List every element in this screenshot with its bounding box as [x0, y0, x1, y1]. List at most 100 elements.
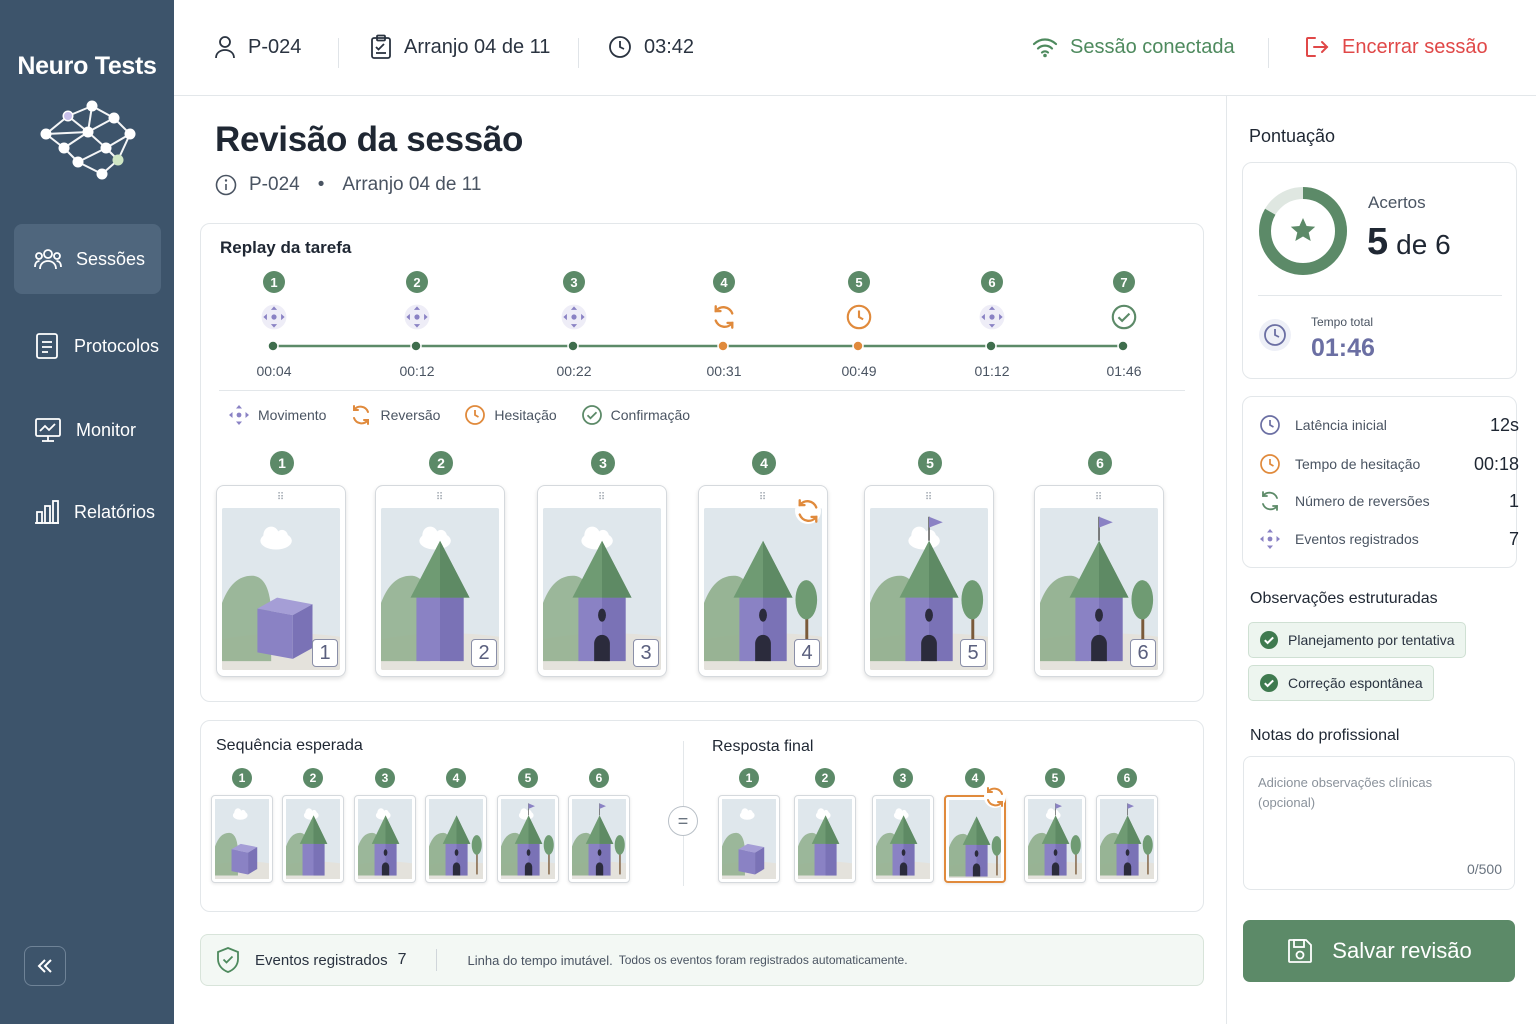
refresh-icon [1259, 490, 1281, 512]
expected-sequence-card[interactable] [425, 795, 487, 883]
save-review-button[interactable]: Salvar revisão [1243, 920, 1515, 982]
timeline-step-badge[interactable]: 1 [263, 271, 285, 293]
participant-indicator: P-024 [214, 30, 301, 64]
arrangement-indicator: Arranjo 04 de 11 [370, 30, 550, 64]
final-answer-card[interactable] [794, 795, 856, 883]
arrangement-thumbnail [798, 799, 852, 879]
timeline-time: 00:12 [399, 363, 435, 379]
refresh-orange-icon [353, 405, 370, 425]
end-session-button[interactable]: Encerrar sessão [1304, 30, 1488, 64]
hits-total: de 6 [1396, 229, 1451, 260]
timeline-step-badge[interactable]: 4 [713, 271, 735, 293]
total-time-value: 01:46 [1311, 334, 1375, 362]
arrangement-thumbnail [501, 799, 555, 879]
sidebar-item-sessoes[interactable]: Sessões [14, 224, 161, 294]
replay-frame[interactable]: ⠿ 1 [216, 485, 346, 677]
end-session-label: Encerrar sessão [1342, 35, 1488, 58]
observation-chip[interactable]: Planejamento por tentativa [1248, 622, 1466, 658]
legend-label: Reversão [380, 407, 441, 423]
stat-label: Número de reversões [1295, 493, 1430, 509]
timeline-step-badge[interactable]: 3 [563, 271, 585, 293]
expected-sequence-card[interactable] [354, 795, 416, 883]
collapse-sidebar-button[interactable] [24, 946, 66, 986]
total-time-clock-icon [1259, 319, 1291, 351]
timeline-step-badge[interactable]: 5 [848, 271, 870, 293]
sidebar-item-protocolos[interactable]: Protocolos [14, 311, 161, 381]
stat-value: 00:18 [1473, 453, 1519, 474]
clock-icon [609, 36, 631, 58]
logout-icon [1306, 37, 1329, 57]
notes-title: Notas do profissional [1250, 727, 1400, 744]
legend-movimento: Movimento [228, 404, 326, 426]
legend-reversao: Reversão [350, 404, 440, 426]
observations-title: Observações estruturadas [1250, 590, 1438, 607]
legend-confirmacao: Confirmação [581, 404, 690, 426]
footer-count: 7 [397, 951, 407, 968]
drag-handle-icon[interactable]: ⠿ [376, 492, 504, 503]
timeline-step-badge[interactable]: 2 [406, 271, 428, 293]
network-logo-icon [40, 100, 136, 180]
chip-label: Correção espontânea [1288, 675, 1423, 691]
notes-textarea[interactable]: Adicione observações clínicas (opcional)… [1243, 756, 1515, 890]
stat-label: Eventos registrados [1295, 531, 1419, 547]
reversal-marker-icon [984, 786, 1006, 808]
replay-frame[interactable]: ⠿ 2 [375, 485, 505, 677]
sidebar-item-label: Relatórios [74, 501, 156, 522]
stat-label: Latência inicial [1295, 417, 1387, 433]
expected-sequence-card[interactable] [497, 795, 559, 883]
users-icon [34, 249, 62, 270]
replay-frame[interactable]: ⠿ 3 [537, 485, 667, 677]
observation-chip[interactable]: Correção espontânea [1248, 665, 1434, 701]
stat-row: Eventos registrados 7 [1259, 525, 1519, 553]
notes-counter: 0/500 [1466, 861, 1502, 877]
timeline-step-badge[interactable]: 7 [1113, 271, 1135, 293]
drag-handle-icon[interactable]: ⠿ [1035, 492, 1163, 503]
app-root: Neuro Tests Sessões Protocolos Monitor R… [0, 0, 1536, 1024]
connection-text: Sessão conectada [1070, 35, 1235, 58]
final-answer-card[interactable] [944, 786, 1006, 883]
movimento-event-icon [561, 304, 587, 330]
timeline-step-badge[interactable]: 6 [981, 271, 1003, 293]
expected-sequence-card[interactable] [282, 795, 344, 883]
move-icon [229, 405, 249, 425]
save-icon [1288, 939, 1313, 963]
topbar-divider [1268, 38, 1269, 68]
final-answer-card[interactable] [1024, 795, 1086, 883]
replay-divider [219, 390, 1185, 391]
expected-sequence-card[interactable] [211, 795, 273, 883]
sequence-step-badge: 3 [375, 768, 395, 788]
drag-handle-icon[interactable]: ⠿ [538, 492, 666, 503]
clock-icon [1259, 414, 1281, 436]
timeline-time: 00:31 [706, 363, 742, 379]
info-icon [215, 174, 237, 196]
check-filled-icon [1260, 631, 1278, 649]
replay-frame[interactable]: ⠿ 4 [698, 485, 828, 677]
replay-frame[interactable]: ⠿ 6 [1034, 485, 1164, 677]
drag-handle-icon[interactable]: ⠿ [217, 492, 345, 503]
score-ring [1259, 187, 1347, 275]
timeline-time: 00:04 [256, 363, 292, 379]
notes-placeholder: Adicione observações clínicas (opcional) [1258, 775, 1433, 810]
sequence-step-badge: 2 [815, 768, 835, 788]
expected-sequence-card[interactable] [568, 795, 630, 883]
sidebar-item-monitor[interactable]: Monitor [14, 395, 161, 465]
replay-frame[interactable]: ⠿ 5 [864, 485, 994, 677]
topbar-divider [578, 38, 579, 68]
stat-row: Latência inicial 12s [1259, 411, 1519, 439]
event-legend: Movimento Reversão Hesitação Confirmação [228, 404, 714, 426]
movimento-event-icon [979, 304, 1005, 330]
sidebar-item-relatorios[interactable]: Relatórios [14, 477, 161, 547]
final-answer-card[interactable] [872, 795, 934, 883]
arrangement-thumbnail [215, 799, 269, 879]
final-answer-card[interactable] [1096, 795, 1158, 883]
footer-divider [436, 949, 438, 971]
footer-note: Todos os eventos foram registrados autom… [618, 953, 908, 967]
arrangement-thumbnail [1100, 799, 1154, 879]
final-answer-card[interactable] [718, 795, 780, 883]
subtitle-separator: • [317, 174, 325, 195]
total-time-label: Tempo total [1311, 315, 1374, 329]
sidebar: Neuro Tests Sessões Protocolos Monitor R… [0, 0, 174, 1024]
timer-text: 03:42 [644, 35, 695, 58]
drag-handle-icon[interactable]: ⠿ [865, 492, 993, 503]
stat-value: 12s [1489, 414, 1519, 435]
